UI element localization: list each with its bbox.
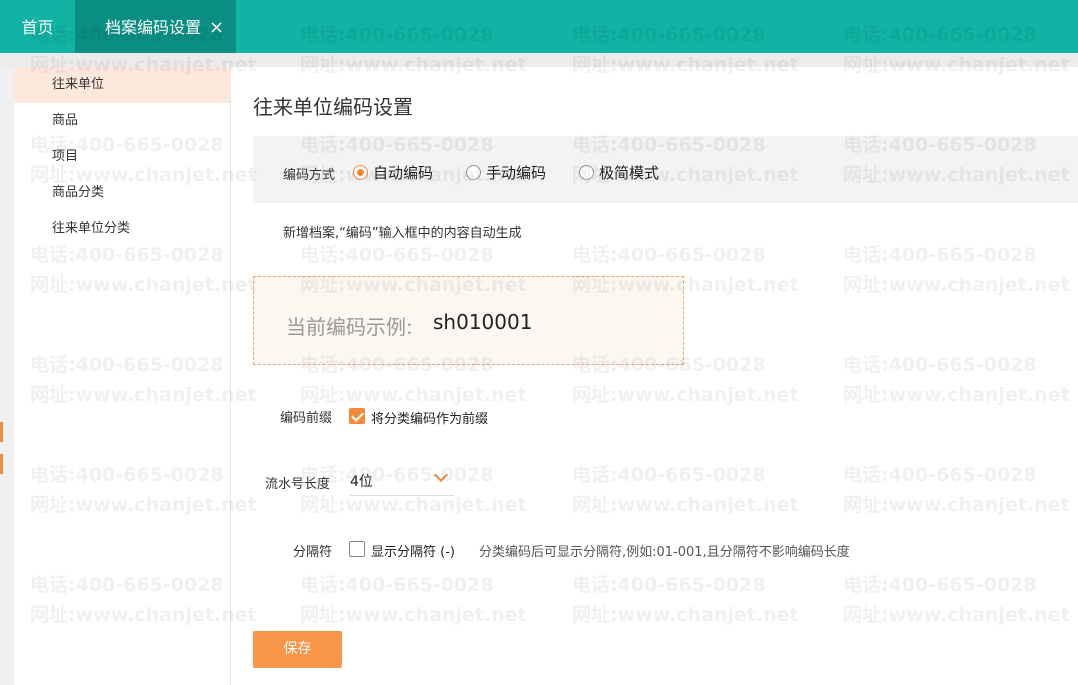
radio-unchecked-icon — [466, 165, 481, 180]
radio-auto-coding[interactable]: 自动编码 — [353, 163, 443, 183]
close-icon[interactable]: × — [209, 0, 224, 55]
sidebar-item-label: 往来单位 — [52, 77, 105, 92]
code-example-box: 当前编码示例: sh010001 — [253, 276, 684, 365]
radio-label: 手动编码 — [486, 164, 547, 182]
save-button[interactable]: 保存 — [253, 631, 342, 668]
sidebar-item-goods[interactable]: 商品 — [14, 103, 230, 139]
chevron-down-icon — [433, 467, 449, 483]
radio-checked-icon — [353, 165, 368, 180]
sidebar-item-goods-category[interactable]: 商品分类 — [14, 175, 230, 211]
tab-archive-code-settings[interactable]: 档案编码设置 × — [75, 0, 236, 53]
sidebar-item-label: 商品分类 — [52, 185, 105, 200]
left-gutter — [0, 67, 14, 685]
sidebar-item-partner-category[interactable]: 往来单位分类 — [14, 211, 230, 247]
prefix-checkbox[interactable] — [349, 408, 365, 424]
separator-checkbox[interactable] — [349, 541, 365, 557]
separator-note: 分类编码后可显示分隔符,例如:01-001,且分隔符不影响编码长度 — [479, 545, 850, 560]
coding-mode-row: 编码方式 自动编码 手动编码 极简模式 — [253, 136, 1078, 203]
top-tab-bar: 首页 档案编码设置 × — [0, 0, 1078, 53]
separator-checkbox-label: 显示分隔符 (-) — [371, 545, 455, 560]
radio-unchecked-icon — [579, 165, 594, 180]
serial-length-label: 流水号长度 — [265, 477, 331, 492]
sidebar-item-project[interactable]: 项目 — [14, 139, 230, 175]
main-content: 往来单位编码设置 编码方式 自动编码 手动编码 极简模式 新增档案,“编码”输入… — [231, 67, 1078, 685]
page-title: 往来单位编码设置 — [253, 95, 413, 119]
serial-length-select[interactable]: 4位 — [350, 465, 454, 496]
radio-label: 极简模式 — [599, 164, 660, 182]
tab-home[interactable]: 首页 — [0, 0, 75, 53]
sidebar-item-label: 往来单位分类 — [52, 221, 131, 236]
sidebar-item-label: 商品 — [52, 113, 79, 128]
gutter-marker — [0, 454, 3, 474]
sidebar: 往来单位 商品 项目 商品分类 往来单位分类 — [14, 67, 231, 685]
radio-manual-coding[interactable]: 手动编码 — [466, 163, 556, 183]
gutter-marker — [0, 422, 3, 442]
serial-length-value: 4位 — [350, 474, 373, 490]
separator-label: 分隔符 — [293, 545, 333, 560]
example-label: 当前编码示例: — [286, 315, 413, 339]
prefix-label: 编码前缀 — [280, 411, 333, 426]
example-value: sh010001 — [433, 310, 533, 334]
tab-label: 档案编码设置 — [105, 18, 202, 37]
sidebar-item-partner[interactable]: 往来单位 — [14, 67, 230, 103]
coding-mode-label: 编码方式 — [283, 168, 336, 183]
radio-simple-mode[interactable]: 极简模式 — [579, 163, 669, 183]
prefix-checkbox-label: 将分类编码作为前缀 — [371, 412, 489, 427]
mode-description: 新增档案,“编码”输入框中的内容自动生成 — [283, 226, 522, 241]
top-divider-strip — [0, 53, 1078, 67]
radio-label: 自动编码 — [373, 164, 434, 182]
sidebar-item-label: 项目 — [52, 149, 79, 164]
